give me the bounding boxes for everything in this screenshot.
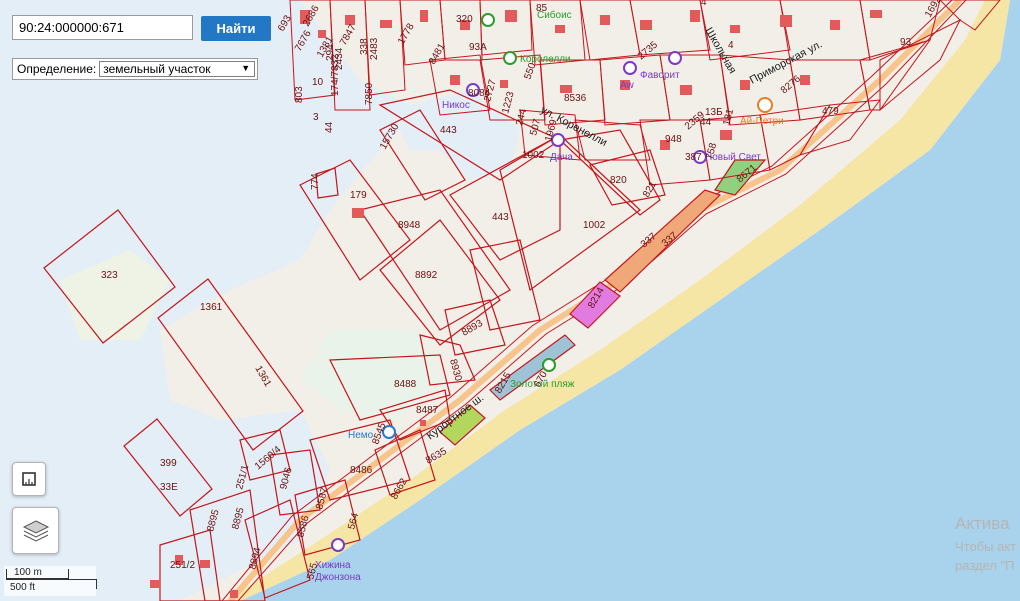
definition-label: Определение: (17, 62, 97, 76)
parcel-number-label[interactable]: 85 (536, 3, 548, 14)
find-button-label: Найти (216, 21, 256, 36)
parcel-number-label[interactable]: 8930 (447, 358, 463, 383)
parcel-number-label[interactable]: 2735 (636, 39, 660, 62)
layers-icon (22, 519, 49, 542)
ruler-icon (22, 472, 36, 486)
parcel-number-label[interactable]: 320 (456, 14, 473, 25)
parcel-number-label[interactable]: 4 (728, 40, 734, 51)
parcel-number-label[interactable]: 443 (492, 212, 509, 223)
parcel-number-label[interactable]: 8893 (460, 318, 485, 339)
parcel-number-label[interactable]: 8276 (779, 73, 803, 96)
parcel-number-label[interactable]: 251/2 (170, 560, 195, 571)
definition-select[interactable]: земельный участок ▼ (99, 61, 256, 77)
parcel-number-label[interactable]: 93 (900, 37, 912, 48)
parcel-number-label[interactable]: 179 (350, 190, 367, 201)
definition-panel: Определение: земельный участок ▼ (12, 58, 258, 80)
parcel-number-label[interactable]: 774 (310, 173, 321, 190)
cadastral-search-input[interactable]: 90:24:000000:671 (12, 15, 193, 40)
poi-label: Хижина (315, 560, 351, 571)
poi-label: Фаворит (640, 70, 680, 81)
parcel-number-label[interactable]: 44 (324, 121, 335, 133)
parcel-number-label[interactable]: 4 (701, 0, 707, 8)
parcel-number-label[interactable]: 33Е (160, 482, 178, 493)
activation-watermark-text: Чтобы акт (955, 539, 1017, 554)
chevron-down-icon: ▼ (241, 63, 251, 73)
parcel-number-label[interactable]: 8948 (398, 220, 421, 231)
parcel-number-label[interactable]: 2483 (369, 37, 380, 60)
search-input-value: 90:24:000000:671 (19, 20, 124, 35)
parcel-number-label[interactable]: 174/7832 (330, 54, 341, 96)
parcel-number-label[interactable]: 1361 (252, 364, 273, 389)
parcel-number-label[interactable]: 803 (294, 86, 305, 103)
street-label: Приморская ул. (748, 38, 825, 86)
scale-metric: 100 m (14, 567, 42, 578)
parcel-number-label[interactable]: 1223 (500, 90, 516, 115)
parcel-number-label[interactable]: 3 (313, 112, 319, 123)
parcel-number-label[interactable]: 244 (514, 107, 529, 126)
scale-bar: 100 m 500 ft (4, 566, 97, 596)
activation-watermark-title: Актива (955, 514, 1010, 533)
definition-selected: земельный участок (103, 62, 211, 76)
parcel-number-label[interactable]: 387 (685, 152, 702, 163)
find-button[interactable]: Найти (201, 16, 271, 41)
scale-imperial: 500 ft (10, 582, 36, 593)
parcel-number-label[interactable]: 948 (665, 134, 682, 145)
parcel-number-label[interactable]: 399 (160, 458, 177, 469)
layers-button[interactable] (12, 507, 59, 554)
parcel-number-label[interactable]: 44 (700, 117, 712, 128)
parcel-number-label[interactable]: 181 (721, 107, 736, 126)
parcel-number-label[interactable]: 443 (440, 125, 457, 136)
parcel-number-label[interactable]: 10 (312, 77, 324, 88)
parcel-number-label[interactable]: 323 (101, 270, 118, 281)
parcel-number-label[interactable]: 1361 (200, 302, 223, 313)
activation-watermark-text: раздел "П (955, 558, 1015, 573)
parcel-number-label[interactable]: 8487 (416, 405, 439, 416)
poi-label: Ай-Петри (740, 116, 784, 127)
poi-label: Немо (348, 430, 374, 441)
parcel-number-label[interactable]: 8892 (415, 270, 438, 281)
parcel-number-label[interactable]: 820 (610, 175, 627, 186)
poi-label: Aw (620, 80, 634, 91)
measure-button[interactable] (12, 462, 46, 496)
parcel-number-label[interactable]: 1002 (583, 220, 606, 231)
parcel-number-label[interactable]: 93А (469, 42, 487, 53)
parcel-number-label[interactable]: 479 (822, 106, 839, 117)
parcel-number-label[interactable]: 8486 (350, 465, 373, 476)
parcel-number-label[interactable]: 8536 (564, 93, 587, 104)
parcel-number-label[interactable]: 1002 (522, 150, 545, 161)
cadastral-map[interactable]: ул. Коренелли Приморская ул. Школьная Ку… (0, 0, 1020, 601)
parcel-number-label[interactable]: 8488 (394, 379, 417, 390)
poi-label: Дача (550, 152, 573, 163)
parcel-number-label[interactable]: 7850 (364, 82, 375, 105)
parcel-number-label[interactable]: 1778 (396, 21, 417, 46)
poi-label: Никос (442, 100, 470, 111)
poi-label: Джонзона (315, 572, 361, 583)
parcel-number-label[interactable]: 7847 (338, 22, 359, 47)
